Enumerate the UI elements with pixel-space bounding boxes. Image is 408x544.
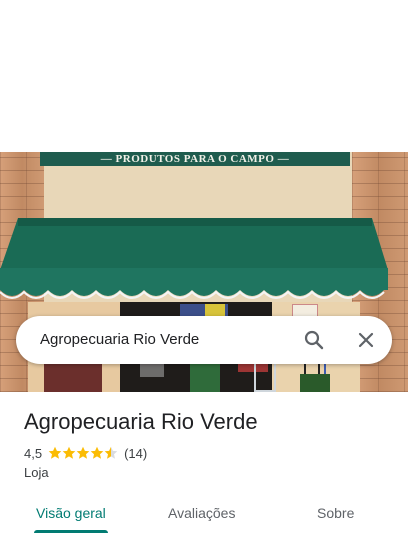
place-tabs: Visão geral Avaliações Sobre [0, 496, 408, 544]
tab-reviews[interactable]: Avaliações [168, 505, 235, 521]
tab-overview[interactable]: Visão geral [36, 505, 106, 521]
rating-row[interactable]: 4,5 (14) [24, 444, 147, 462]
review-count[interactable]: (14) [124, 446, 147, 461]
search-icon[interactable] [302, 328, 326, 352]
blank-top-area [0, 0, 408, 152]
merchandise-cart [254, 362, 276, 392]
place-category: Loja [24, 465, 49, 480]
place-title: Agropecuaria Rio Verde [24, 409, 258, 434]
star-icon [76, 446, 90, 459]
active-tab-indicator [34, 530, 108, 533]
star-icon [104, 446, 118, 459]
search-input[interactable]: Agropecuaria Rio Verde [40, 331, 199, 348]
star-icon [62, 446, 76, 459]
place-photo[interactable]: — PRODUTOS PARA O CAMPO — Agropecuaria R… [0, 152, 408, 392]
rating-value: 4,5 [24, 445, 43, 461]
tab-about[interactable]: Sobre [317, 505, 354, 521]
green-awning [0, 218, 388, 299]
search-bar[interactable]: Agropecuaria Rio Verde [16, 316, 392, 364]
store-sign-text: — PRODUTOS PARA O CAMPO — [100, 153, 290, 165]
star-icon [90, 446, 104, 459]
close-icon[interactable] [354, 328, 378, 352]
star-icon [48, 446, 62, 459]
tool-bucket [300, 374, 330, 392]
rating-stars [48, 446, 118, 460]
store-sign: — PRODUTOS PARA O CAMPO — [40, 152, 350, 166]
